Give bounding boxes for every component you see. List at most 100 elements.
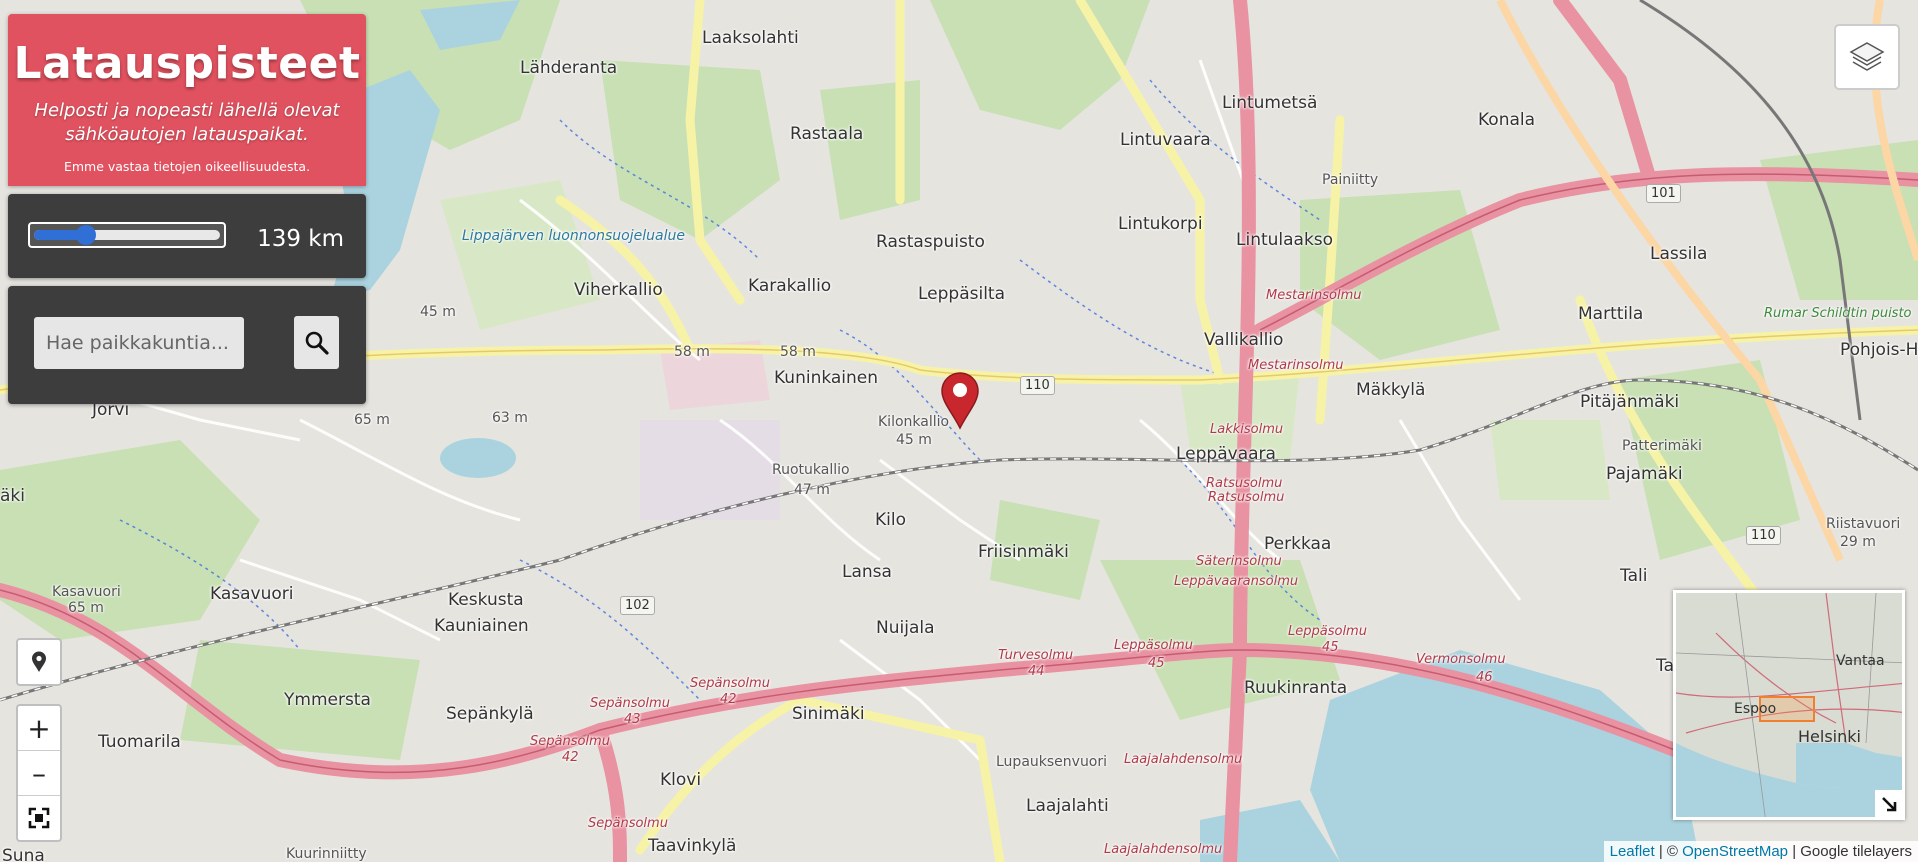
map-label: Ruukinranta [1244,678,1348,698]
map-label: Kasavuori [210,584,294,604]
layers-icon [1849,42,1885,71]
elevation-label: 29 m [1840,534,1876,550]
map-label: Kuurinniitty [286,846,367,862]
map-label: Karakallio [748,276,832,296]
road-label: 42 [562,750,579,765]
road-label: Leppäsolmu [1114,638,1193,653]
fullscreen-button[interactable] [18,796,60,840]
elevation-label: 58 m [780,344,816,360]
elevation-label: 58 m [674,344,710,360]
locate-button[interactable] [18,640,60,684]
map-label: Rastaspuisto [876,232,985,252]
map-label: Pohjois-Ha [1840,340,1918,360]
map-label: Nuijala [876,618,935,638]
slider-handle[interactable] [76,225,97,245]
map-label: Rumar Schildtin puisto [1764,306,1912,321]
map-label: Rastaala [790,124,864,144]
road-label: 45 [1148,656,1165,671]
map-label: Mäkkylä [1356,380,1426,400]
map-label: Lassila [1650,244,1708,264]
map-label: Keskusta [448,590,524,610]
minimap-label: Helsinki [1798,727,1861,746]
map-label: Kuninkainen [774,368,879,388]
zoom-in-button[interactable]: + [18,706,60,751]
road-label: Leppävaaransolmu [1174,574,1299,589]
map-label: Suna [2,846,45,862]
map-label: Patterimäki [1622,438,1702,454]
app-subtitle: Helposti ja nopeasti lähellä olevat sähk… [34,100,340,145]
map-label: Riistavuori [1826,516,1901,532]
search-input[interactable] [34,317,244,369]
map-label: Friisinmäki [978,542,1069,562]
map-label: äki [0,486,25,506]
leaflet-link[interactable]: Leaflet [1610,843,1655,860]
map-label: Pajamäki [1606,464,1683,484]
search-button[interactable] [294,316,339,369]
map-label: Pitäjänmäki [1580,392,1680,412]
map-label: Viherkallio [574,280,663,300]
attribution: Leaflet | © OpenStreetMap | Google tilel… [1603,841,1918,862]
road-label: 45 [1322,640,1339,655]
locate-control [16,638,62,686]
road-label: Sepänsolmu [590,696,670,711]
map-label: Kauniainen [434,616,529,636]
osm-link[interactable]: OpenStreetMap [1682,843,1788,860]
map-label: Sepänkylä [446,704,534,724]
road-shield: 101 [1646,184,1681,203]
map-label: Lintukorpi [1118,214,1203,234]
minimap-label: Espoo [1734,701,1777,717]
road-shield: 110 [1020,376,1055,395]
map-label: Lansa [842,562,892,582]
map-label: Leppäsilta [918,284,1006,304]
road-label: 43 [624,712,641,727]
search-panel [8,286,366,404]
disclaimer: Emme vastaa tietojen oikeellisuudesta. [63,159,311,174]
road-label: Sepänsolmu [690,676,770,691]
road-label: Lakkisolmu [1210,422,1284,437]
elevation-label: 45 m [420,304,456,320]
zoom-out-button[interactable]: – [18,751,60,796]
map-label: Konala [1478,110,1536,130]
layers-button[interactable] [1834,24,1900,90]
elevation-label: 63 m [492,410,528,426]
road-label: Mestarinsolmu [1248,358,1344,373]
map-label: Kilo [875,510,906,530]
map-label: Laaksolahti [702,28,799,48]
map-label: Klovi [660,770,702,790]
map-label: Marttila [1578,304,1644,324]
road-label: Sepänsolmu [588,816,668,831]
road-label: Laajalahdensolmu [1104,842,1223,857]
elevation-label: 45 m [896,432,932,448]
map-label: Lupauksenvuori [996,754,1108,770]
road-label: Ratsusolmu [1206,476,1283,491]
road-label: Laajalahdensolmu [1124,752,1243,767]
map-label: Perkkaa [1264,534,1332,554]
map-label: Lintuvaara [1120,130,1211,150]
minimap-toggle-button[interactable] [1875,790,1903,818]
road-label: Sepänsolmu [530,734,610,749]
map-label: Painiitty [1322,172,1379,188]
road-label: 46 [1476,670,1493,685]
minimap[interactable]: Vantaa Espoo Helsinki [1673,590,1905,820]
minimap-base [1676,593,1902,817]
road-label: 44 [1028,664,1045,679]
road-label: 42 [720,692,737,707]
road-label: Säterinsolmu [1196,554,1282,569]
range-slider[interactable] [28,222,226,248]
map-marker-icon[interactable] [940,372,980,435]
map-label: Sinimäki [792,704,865,724]
map-label: Lintumetsä [1222,93,1318,113]
road-shield: 102 [620,596,655,615]
elevation-label: 47 m [794,482,830,498]
map-label: Ymmersta [284,690,371,710]
location-pin-icon [32,651,46,672]
road-label: Mestarinsolmu [1266,288,1362,303]
road-label: Vermonsolmu [1416,652,1506,667]
map-label: Ruotukallio [772,462,850,478]
map-label: Lähderanta [520,58,618,78]
road-label: Ratsusolmu [1208,490,1285,505]
map-label: Tuomarila [98,732,181,752]
collapse-arrow-icon [1882,797,1897,812]
map-label: Kilonkallio [878,414,950,430]
map-label: Lintulaakso [1236,230,1334,250]
